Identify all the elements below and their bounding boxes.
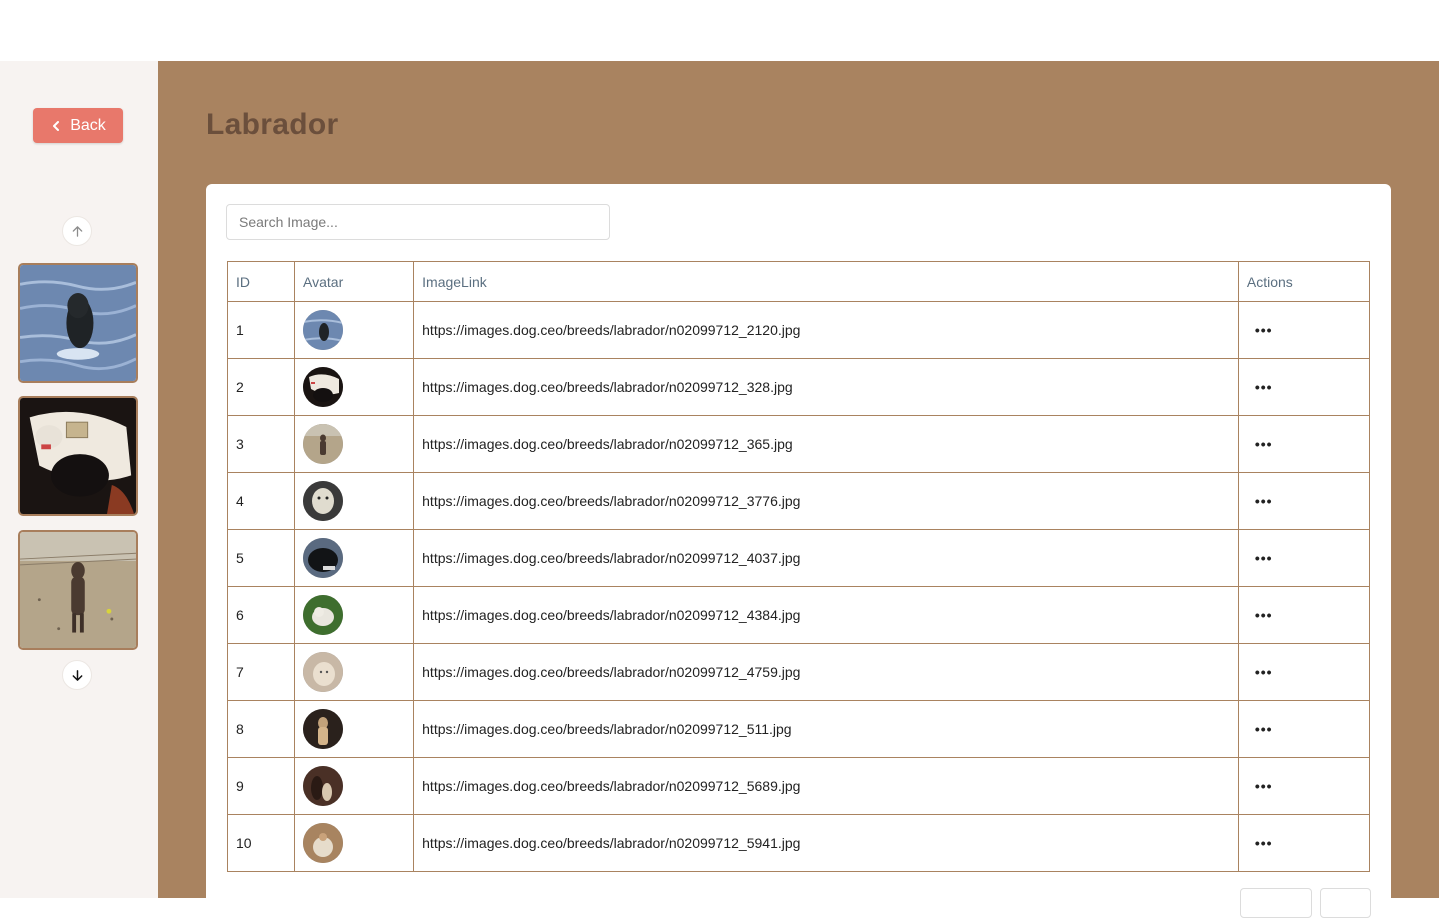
more-horizontal-icon[interactable]: ••• bbox=[1255, 551, 1273, 565]
row-id: 4 bbox=[226, 472, 296, 530]
row-id: 10 bbox=[226, 814, 296, 872]
thumbnail-dog-in-water[interactable] bbox=[18, 263, 138, 383]
row-imagelink: https://images.dog.ceo/breeds/labrador/n… bbox=[413, 757, 1239, 815]
avatar bbox=[303, 652, 344, 692]
more-horizontal-icon[interactable]: ••• bbox=[1255, 608, 1273, 622]
row-imagelink: https://images.dog.ceo/breeds/labrador/n… bbox=[413, 358, 1239, 416]
arrow-up-icon bbox=[72, 225, 82, 237]
row-imagelink: https://images.dog.ceo/breeds/labrador/n… bbox=[413, 301, 1239, 359]
row-id: 3 bbox=[226, 415, 296, 473]
column-header-avatar: Avatar bbox=[294, 261, 415, 302]
chevron-left-icon bbox=[53, 120, 60, 131]
row-imagelink: https://images.dog.ceo/breeds/labrador/n… bbox=[413, 700, 1239, 758]
thumbnail-dog-on-blanket[interactable] bbox=[18, 396, 138, 516]
row-id: 6 bbox=[226, 586, 296, 644]
scroll-up-button[interactable] bbox=[62, 216, 92, 246]
row-imagelink: https://images.dog.ceo/breeds/labrador/n… bbox=[413, 415, 1239, 473]
row-id: 1 bbox=[226, 301, 296, 359]
back-button-label: Back bbox=[70, 116, 106, 134]
arrow-down-icon bbox=[72, 669, 82, 681]
table-row: 2 https://images.dog.ceo/breeds/labrador… bbox=[226, 358, 1371, 416]
avatar bbox=[303, 766, 344, 806]
avatar bbox=[303, 538, 344, 578]
column-header-id: ID bbox=[226, 261, 296, 302]
column-header-imagelink: ImageLink bbox=[413, 261, 1239, 302]
thumbnail-dog-in-yard[interactable] bbox=[18, 530, 138, 650]
more-horizontal-icon[interactable]: ••• bbox=[1255, 380, 1273, 394]
table-row: 4 https://images.dog.ceo/breeds/labrador… bbox=[226, 472, 1371, 530]
avatar bbox=[303, 481, 344, 521]
more-horizontal-icon[interactable]: ••• bbox=[1255, 722, 1273, 736]
table-header-row: ID Avatar ImageLink Actions bbox=[226, 261, 1371, 302]
more-horizontal-icon[interactable]: ••• bbox=[1255, 323, 1273, 337]
images-table: ID Avatar ImageLink Actions 1 https://im… bbox=[226, 261, 1371, 872]
dog-in-yard-image bbox=[20, 532, 136, 648]
row-imagelink: https://images.dog.ceo/breeds/labrador/n… bbox=[413, 643, 1239, 701]
table-row: 10 https://images.dog.ceo/breeds/labrado… bbox=[226, 814, 1371, 872]
pagination-previous-button[interactable] bbox=[1240, 888, 1312, 918]
back-button[interactable]: Back bbox=[33, 108, 123, 143]
main-content: Labrador ID Avatar ImageLink Actions 1 bbox=[158, 61, 1439, 918]
scroll-down-button[interactable] bbox=[62, 660, 92, 690]
dog-in-water-image bbox=[20, 265, 136, 381]
table-row: 3 https://images.dog.ceo/breeds/labrador… bbox=[226, 415, 1371, 473]
row-id: 5 bbox=[226, 529, 296, 587]
images-card: ID Avatar ImageLink Actions 1 https://im… bbox=[206, 184, 1391, 918]
top-bar bbox=[0, 0, 1439, 61]
table-row: 6 https://images.dog.ceo/breeds/labrador… bbox=[226, 586, 1371, 644]
pagination-next-button[interactable] bbox=[1320, 888, 1371, 918]
more-horizontal-icon[interactable]: ••• bbox=[1255, 437, 1273, 451]
row-id: 7 bbox=[226, 643, 296, 701]
search-input[interactable] bbox=[226, 204, 610, 240]
row-imagelink: https://images.dog.ceo/breeds/labrador/n… bbox=[413, 814, 1239, 872]
row-id: 9 bbox=[226, 757, 296, 815]
more-horizontal-icon[interactable]: ••• bbox=[1255, 836, 1273, 850]
more-horizontal-icon[interactable]: ••• bbox=[1255, 494, 1273, 508]
row-imagelink: https://images.dog.ceo/breeds/labrador/n… bbox=[413, 472, 1239, 530]
row-id: 2 bbox=[226, 358, 296, 416]
more-horizontal-icon[interactable]: ••• bbox=[1255, 779, 1273, 793]
avatar bbox=[303, 310, 344, 350]
table-row: 5 https://images.dog.ceo/breeds/labrador… bbox=[226, 529, 1371, 587]
table-row: 1 https://images.dog.ceo/breeds/labrador… bbox=[226, 301, 1371, 359]
row-imagelink: https://images.dog.ceo/breeds/labrador/n… bbox=[413, 586, 1239, 644]
avatar bbox=[303, 424, 344, 464]
row-id: 8 bbox=[226, 700, 296, 758]
table-row: 9 https://images.dog.ceo/breeds/labrador… bbox=[226, 757, 1371, 815]
avatar bbox=[303, 367, 344, 407]
row-imagelink: https://images.dog.ceo/breeds/labrador/n… bbox=[413, 529, 1239, 587]
dog-on-blanket-image bbox=[20, 398, 136, 514]
more-horizontal-icon[interactable]: ••• bbox=[1255, 665, 1273, 679]
table-row: 8 https://images.dog.ceo/breeds/labrador… bbox=[226, 700, 1371, 758]
sidebar: Back bbox=[0, 61, 158, 898]
page-title: Labrador bbox=[206, 108, 339, 141]
column-header-actions: Actions bbox=[1237, 261, 1371, 302]
table-row: 7 https://images.dog.ceo/breeds/labrador… bbox=[226, 643, 1371, 701]
avatar bbox=[303, 823, 344, 863]
avatar bbox=[303, 709, 344, 749]
avatar bbox=[303, 595, 344, 635]
